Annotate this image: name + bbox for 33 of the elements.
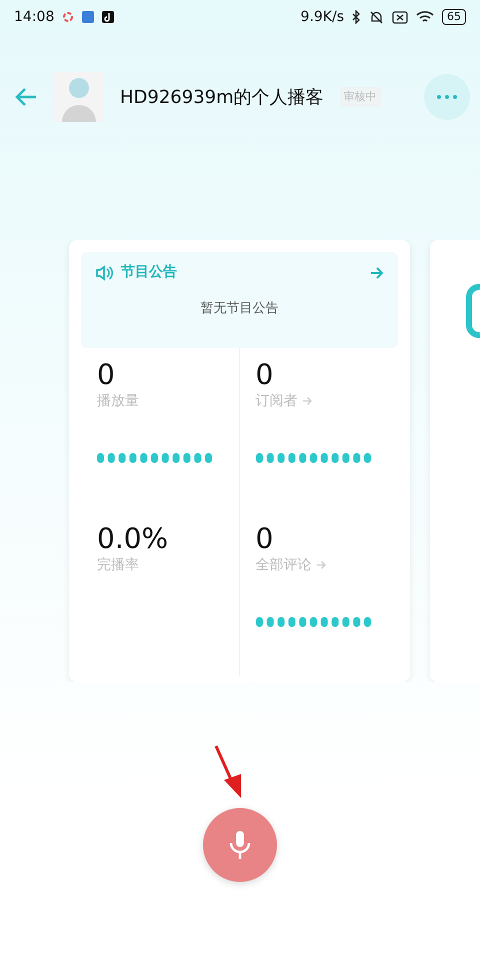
battery-indicator: 65: [442, 9, 466, 25]
microphone-icon: [229, 830, 251, 860]
network-speed: 9.9K/s: [300, 8, 344, 26]
back-icon[interactable]: [14, 87, 38, 107]
status-time: 14:08: [14, 8, 54, 26]
arrow-icon[interactable]: [316, 560, 326, 570]
stat-label[interactable]: 全部评论: [256, 554, 312, 576]
more-icon: [437, 95, 457, 99]
stat-value: 0: [256, 360, 274, 391]
app-icon: [102, 11, 114, 23]
sim-icon: [392, 10, 408, 24]
app-icon: [62, 11, 74, 23]
podcast-title: HD926939m的个人播客: [120, 86, 324, 110]
arrow-icon[interactable]: [302, 396, 312, 406]
stat-label: 播放量: [97, 392, 139, 411]
announcement-title: 节目公告: [121, 263, 177, 282]
stat-value: 0: [256, 524, 274, 555]
stat-label: 完播率: [97, 556, 139, 575]
arrow-icon[interactable]: [370, 266, 384, 278]
review-status: 审核中: [340, 86, 381, 108]
stat-value: 0: [97, 360, 116, 391]
stat-label[interactable]: 订阅者: [256, 390, 298, 412]
wifi-icon: [416, 10, 434, 24]
annotation-arrow: [214, 744, 244, 800]
announcement-panel[interactable]: 节目公告 暂无节目公告: [81, 252, 398, 348]
bluetooth-icon: [352, 10, 361, 24]
more-button[interactable]: [424, 74, 470, 120]
bracket-icon: [466, 284, 480, 338]
speaker-icon: [95, 264, 113, 280]
stat-value: 0.0%: [97, 524, 170, 555]
announcement-text: 暂无节目公告: [200, 300, 280, 318]
app-icon: [82, 11, 94, 23]
bell-icon: [369, 10, 384, 24]
